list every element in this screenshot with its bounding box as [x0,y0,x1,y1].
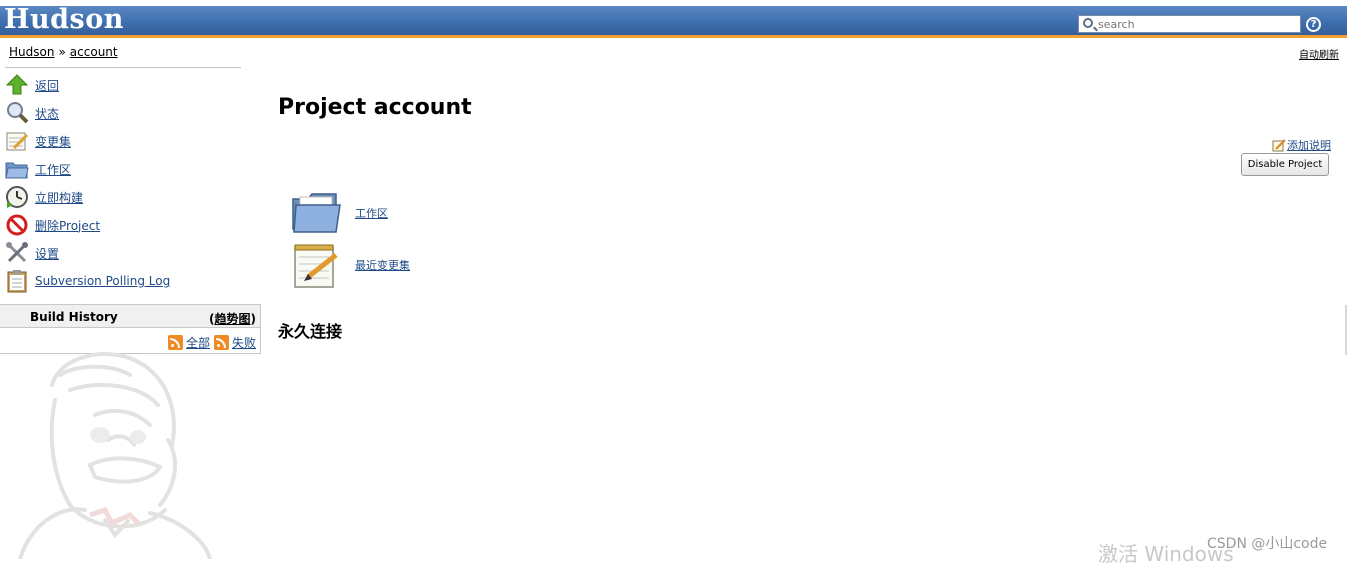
sidebar-item-polling-log[interactable]: Subversion Polling Log [5,269,245,293]
butler-mascot-image [0,345,230,561]
build-history-header: Build History (趋势图) [0,305,260,328]
help-icon[interactable]: ? [1306,17,1321,32]
auto-refresh-link[interactable]: 自动刷新 [1299,46,1339,61]
hudson-logo[interactable]: Hudson [4,4,124,35]
sidebar-item-build-now[interactable]: 立即构建 [5,185,245,209]
build-history-trend: (趋势图) [209,310,256,327]
sidebar-item-label[interactable]: 设置 [35,245,59,262]
main-link-workspace[interactable]: 工作区 [290,189,388,237]
no-entry-icon [5,213,29,237]
trend-link[interactable]: 趋势图 [215,312,251,326]
page-title: Project account [278,95,472,120]
clipboard-icon [5,269,29,293]
tools-icon [5,241,29,265]
folder-icon [5,157,29,181]
sidebar-item-label[interactable]: 工作区 [35,161,71,178]
sidebar-item-label[interactable]: 变更集 [35,133,71,150]
sidebar-item-configure[interactable]: 设置 [5,241,245,265]
notepad-icon [5,129,29,153]
sidebar-item-label[interactable]: Subversion Polling Log [35,274,170,288]
search-input[interactable] [1098,16,1298,32]
sidebar-item-workspace[interactable]: 工作区 [5,157,245,181]
clock-icon [5,185,29,209]
folder-icon [290,189,342,237]
breadcrumb-separator: » [58,45,66,59]
sidebar-item-back[interactable]: 返回 [5,73,245,97]
search-icon [1083,18,1093,28]
edit-notepad-icon [1272,138,1286,152]
sidebar-item-status[interactable]: 状态 [5,101,245,125]
breadcrumb-hudson[interactable]: Hudson [9,45,54,59]
magnifier-icon [5,101,29,125]
sidebar-divider [5,67,241,68]
sidebar-item-label[interactable]: 返回 [35,77,59,94]
breadcrumb-account[interactable]: account [70,45,118,59]
trend-paren-close: ) [250,312,256,326]
csdn-watermark: CSDN @小山code [1207,536,1328,552]
search-box[interactable] [1078,15,1301,33]
add-description-link-wrap: 添加说明 [1272,137,1331,153]
build-history-title: Build History [30,310,118,324]
sidebar-item-label[interactable]: 删除Project [35,217,100,234]
main-link-label[interactable]: 最近变更集 [355,257,410,273]
feed-failed-link[interactable]: 失败 [232,334,256,351]
main-link-label[interactable]: 工作区 [355,205,388,221]
top-header: Hudson ? [0,4,1347,38]
breadcrumb: Hudson » account [9,45,118,59]
notepad-icon [290,241,342,289]
permalinks-heading: 永久连接 [278,322,343,341]
main-link-recent-changes[interactable]: 最近变更集 [290,241,410,289]
sidebar-item-changes[interactable]: 变更集 [5,129,245,153]
add-description-link[interactable]: 添加说明 [1287,137,1331,153]
sidebar-item-label[interactable]: 状态 [35,105,59,122]
disable-project-button[interactable]: Disable Project [1241,153,1329,176]
sidebar-item-delete-project[interactable]: 删除Project [5,213,245,237]
sidebar-item-label[interactable]: 立即构建 [35,189,83,206]
up-arrow-icon [5,73,29,97]
